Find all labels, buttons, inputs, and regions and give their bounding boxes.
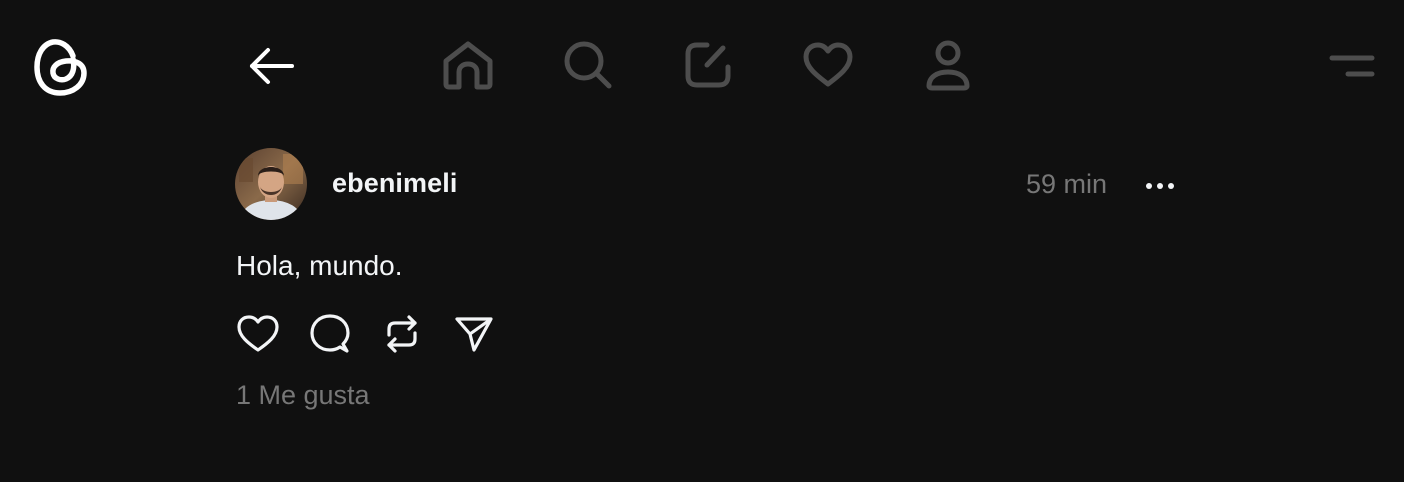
nav-profile-button[interactable] (918, 37, 978, 97)
home-icon (441, 40, 495, 95)
hamburger-menu-icon (1326, 55, 1378, 88)
arrow-left-icon (246, 48, 296, 92)
share-icon (453, 314, 495, 359)
more-dots-icon (1142, 183, 1178, 206)
like-button[interactable] (234, 312, 282, 360)
nav-search-button[interactable] (558, 37, 618, 97)
avatar[interactable] (235, 148, 307, 220)
post-timestamp: 59 min (1026, 169, 1108, 199)
top-navigation-bar (0, 0, 1404, 134)
likes-count[interactable]: 1 Me gusta (236, 380, 370, 411)
heart-icon (802, 41, 854, 94)
reply-icon (309, 313, 351, 360)
post-text: Hola, mundo. (236, 250, 403, 281)
search-icon (562, 39, 614, 96)
nav-compose-button[interactable] (678, 37, 738, 97)
like-icon (236, 314, 280, 359)
menu-button[interactable] (1326, 50, 1378, 84)
repost-icon (383, 313, 421, 360)
more-options-button[interactable] (1142, 170, 1178, 202)
repost-button[interactable] (378, 312, 426, 360)
profile-icon (923, 39, 973, 96)
reply-button[interactable] (306, 312, 354, 360)
threads-logo-icon[interactable] (33, 36, 89, 98)
nav-home-button[interactable] (438, 37, 498, 97)
back-button[interactable] (246, 44, 296, 88)
share-button[interactable] (450, 312, 498, 360)
compose-icon (683, 40, 733, 95)
nav-activity-button[interactable] (798, 37, 858, 97)
post-username[interactable]: ebenimeli (332, 168, 457, 199)
